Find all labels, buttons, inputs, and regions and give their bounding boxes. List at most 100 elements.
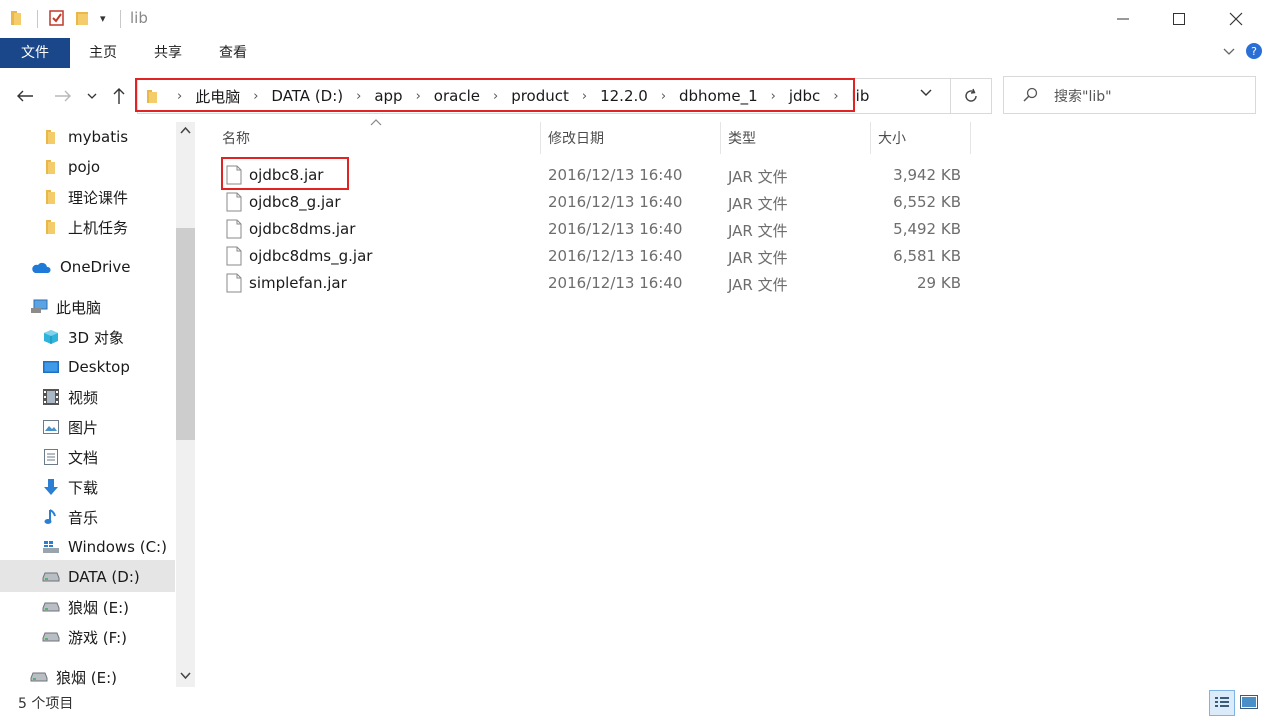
title-bar: ▾ lib xyxy=(0,0,1269,38)
nav-item-label: 此电脑 xyxy=(56,298,102,317)
column-header-name[interactable]: 名称 xyxy=(222,128,250,148)
back-arrow-icon xyxy=(17,90,33,102)
search-icon xyxy=(1022,87,1038,103)
scroll-down-icon[interactable] xyxy=(180,672,191,680)
new-folder-icon[interactable] xyxy=(74,9,90,27)
up-button[interactable] xyxy=(106,84,132,108)
column-header-date[interactable]: 修改日期 xyxy=(548,128,604,148)
nav-item-data-d[interactable]: DATA (D:) xyxy=(42,562,140,592)
minimize-button[interactable] xyxy=(1100,0,1146,38)
nav-item-label: 图片 xyxy=(68,418,99,437)
file-type: JAR 文件 xyxy=(728,222,788,240)
expand-ribbon-icon[interactable] xyxy=(1222,44,1236,58)
nav-item-label: DATA (D:) xyxy=(68,568,140,586)
nav-item-label: 音乐 xyxy=(68,508,99,527)
back-button[interactable] xyxy=(12,84,38,108)
recent-locations-button[interactable] xyxy=(82,84,102,108)
nav-item-this-pc[interactable]: 此电脑 xyxy=(30,292,101,322)
nav-item-3d-objects[interactable]: 3D 对象 xyxy=(42,322,124,352)
file-size: 5,492 KB xyxy=(893,220,961,238)
details-view-icon xyxy=(1215,697,1229,707)
file-date: 2016/12/13 16:40 xyxy=(548,220,683,238)
forward-arrow-icon xyxy=(55,90,71,102)
nav-item-music[interactable]: 音乐 xyxy=(42,502,98,532)
ribbon-tabs: 文件 主页 共享 查看 ? xyxy=(0,38,1269,69)
address-highlight-box xyxy=(135,78,855,112)
file-icon xyxy=(226,273,242,293)
tab-view[interactable]: 查看 xyxy=(208,38,258,68)
close-button[interactable] xyxy=(1213,0,1259,38)
window-title: lib xyxy=(130,9,148,27)
pictures-icon xyxy=(42,418,60,436)
minimize-icon xyxy=(1117,18,1129,20)
file-icon xyxy=(226,192,242,212)
customize-toolbar-dropdown-icon[interactable]: ▾ xyxy=(100,12,106,25)
help-icon[interactable]: ? xyxy=(1245,42,1263,60)
nav-item-onedrive[interactable]: OneDrive xyxy=(30,252,131,282)
file-icon xyxy=(226,219,242,239)
this-pc-icon xyxy=(30,298,48,316)
up-arrow-icon xyxy=(113,88,125,104)
nav-item-games-f[interactable]: 游戏 (F:) xyxy=(42,622,127,652)
nav-item-langyan-e[interactable]: 狼烟 (E:) xyxy=(42,592,129,622)
file-row[interactable]: ojdbc8dms_g.jar 2016/12/13 16:40 JAR 文件 … xyxy=(218,243,978,270)
file-date: 2016/12/13 16:40 xyxy=(548,193,683,211)
nav-item-label: 下载 xyxy=(68,478,99,497)
file-size: 6,552 KB xyxy=(893,193,961,211)
file-highlight-box xyxy=(221,157,349,190)
file-size: 29 KB xyxy=(917,274,961,292)
nav-item-pojo[interactable]: pojo xyxy=(42,152,100,182)
tab-file[interactable]: 文件 xyxy=(0,38,70,68)
navigation-pane: mybatis pojo 理论课件 上机任务 OneDrive 此电脑 3D 对… xyxy=(0,122,176,687)
item-count: 5 个项目 xyxy=(18,696,74,712)
nav-item-pictures[interactable]: 图片 xyxy=(42,412,98,442)
nav-item-windows-c[interactable]: Windows (C:) xyxy=(42,532,167,562)
tab-share[interactable]: 共享 xyxy=(143,38,193,68)
search-input[interactable]: 搜索"lib" xyxy=(1054,86,1112,106)
videos-icon xyxy=(42,388,60,406)
scroll-up-icon[interactable] xyxy=(180,126,191,134)
file-type: JAR 文件 xyxy=(728,195,788,213)
file-row[interactable]: simplefan.jar 2016/12/13 16:40 JAR 文件 29… xyxy=(218,270,978,297)
downloads-icon xyxy=(42,478,60,496)
nav-item-label: 3D 对象 xyxy=(68,328,124,347)
properties-icon[interactable] xyxy=(48,9,66,27)
file-type: JAR 文件 xyxy=(728,168,788,186)
file-row[interactable]: ojdbc8_g.jar 2016/12/13 16:40 JAR 文件 6,5… xyxy=(218,189,978,216)
refresh-button[interactable] xyxy=(951,78,992,114)
address-dropdown-icon[interactable] xyxy=(920,88,932,98)
nav-item-lab-tasks[interactable]: 上机任务 xyxy=(42,212,128,242)
status-bar: 5 个项目 xyxy=(0,687,1269,717)
file-type: JAR 文件 xyxy=(728,249,788,267)
refresh-icon xyxy=(965,88,977,102)
nav-item-videos[interactable]: 视频 xyxy=(42,382,98,412)
column-header-type[interactable]: 类型 xyxy=(728,128,756,148)
nav-item-desktop[interactable]: Desktop xyxy=(42,352,130,382)
nav-item-label: pojo xyxy=(68,158,101,176)
nav-item-documents[interactable]: 文档 xyxy=(42,442,98,472)
nav-scrollbar-thumb[interactable] xyxy=(176,228,195,440)
folder-icon xyxy=(42,128,60,146)
nav-item-mybatis[interactable]: mybatis xyxy=(42,122,128,152)
onedrive-cloud-icon xyxy=(30,258,52,276)
search-box[interactable]: 搜索"lib" xyxy=(1003,76,1256,114)
drive-icon xyxy=(42,598,60,616)
sort-ascending-icon xyxy=(370,119,382,126)
column-header-size[interactable]: 大小 xyxy=(878,128,906,148)
nav-item-theory-courseware[interactable]: 理论课件 xyxy=(42,182,128,212)
file-row[interactable]: ojdbc8dms.jar 2016/12/13 16:40 JAR 文件 5,… xyxy=(218,216,978,243)
folder-icon xyxy=(42,158,60,176)
maximize-button[interactable] xyxy=(1156,0,1202,38)
details-view-button[interactable] xyxy=(1209,690,1235,716)
desktop-icon xyxy=(42,358,60,376)
large-icons-view-button[interactable] xyxy=(1237,690,1261,714)
documents-icon xyxy=(42,448,60,466)
nav-item-label: mybatis xyxy=(68,128,129,146)
nav-item-label: 理论课件 xyxy=(68,188,129,207)
nav-item-label: 狼烟 (E:) xyxy=(56,668,118,687)
tab-home[interactable]: 主页 xyxy=(78,38,128,68)
file-size: 6,581 KB xyxy=(893,247,961,265)
nav-item-label: 狼烟 (E:) xyxy=(68,598,130,617)
nav-item-downloads[interactable]: 下载 xyxy=(42,472,98,502)
forward-button[interactable] xyxy=(50,84,76,108)
